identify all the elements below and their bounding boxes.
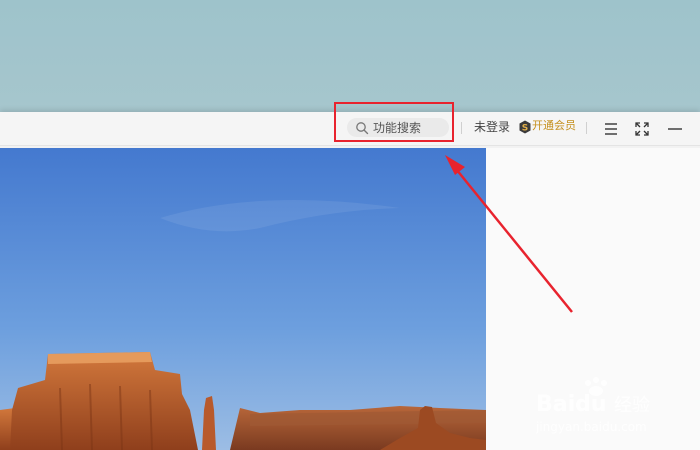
watermark-brand: Baidu (536, 392, 607, 417)
divider (586, 122, 587, 134)
annotation-highlight-box (334, 102, 454, 142)
vip-button[interactable]: 开通会员 (532, 119, 576, 133)
vip-badge-icon: S (519, 120, 531, 134)
svg-text:S: S (522, 124, 528, 134)
watermark-product: 经验 (614, 395, 650, 416)
photo-preview (0, 148, 486, 450)
watermark-url: jingyan.baidu.com (536, 420, 647, 434)
title-bar: 功能搜索 未登录 S 开通会员 (0, 102, 700, 146)
watermark: Baidu 经验 jingyan.baidu.com (535, 375, 666, 435)
minimize-icon[interactable] (667, 121, 683, 137)
login-link[interactable]: 未登录 (474, 120, 510, 134)
landscape-photo (0, 148, 486, 450)
divider (461, 122, 462, 134)
fullscreen-icon[interactable] (634, 121, 650, 137)
desktop-background (0, 0, 700, 112)
menu-icon[interactable] (603, 121, 619, 137)
